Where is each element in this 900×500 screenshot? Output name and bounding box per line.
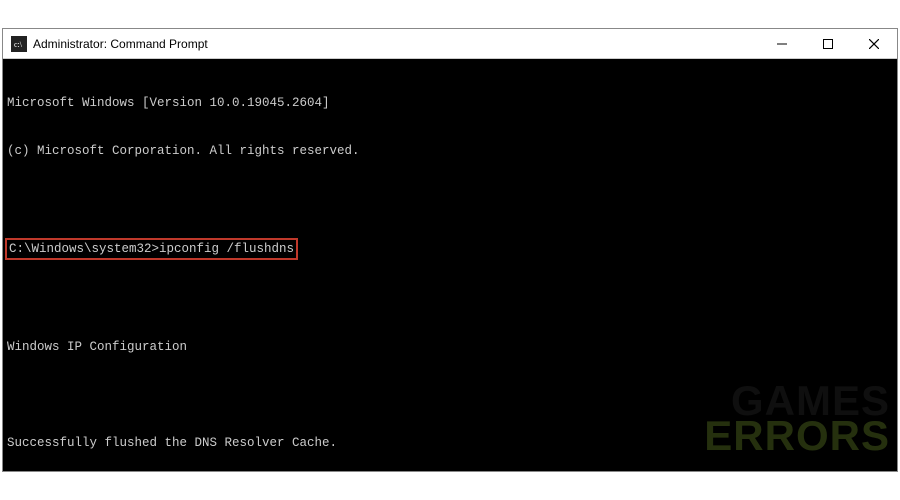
- command-line-1: C:\Windows\system32>ipconfig /flushdns: [7, 239, 893, 259]
- window-controls: [759, 29, 897, 58]
- cmd-icon: c:\: [11, 36, 27, 52]
- minimize-button[interactable]: [759, 29, 805, 58]
- titlebar[interactable]: c:\ Administrator: Command Prompt: [3, 29, 897, 59]
- flush-result: Successfully flushed the DNS Resolver Ca…: [7, 435, 893, 451]
- terminal-output[interactable]: Microsoft Windows [Version 10.0.19045.26…: [3, 59, 897, 471]
- maximize-button[interactable]: [805, 29, 851, 58]
- copyright-line: (c) Microsoft Corporation. All rights re…: [7, 143, 893, 159]
- window-title: Administrator: Command Prompt: [33, 37, 759, 51]
- command-prompt-window: c:\ Administrator: Command Prompt Micros…: [2, 28, 898, 472]
- version-line: Microsoft Windows [Version 10.0.19045.26…: [7, 95, 893, 111]
- highlight-flushdns: C:\Windows\system32>ipconfig /flushdns: [5, 238, 298, 260]
- ipconfig-heading: Windows IP Configuration: [7, 339, 893, 355]
- close-button[interactable]: [851, 29, 897, 58]
- svg-text:c:\: c:\: [14, 40, 23, 49]
